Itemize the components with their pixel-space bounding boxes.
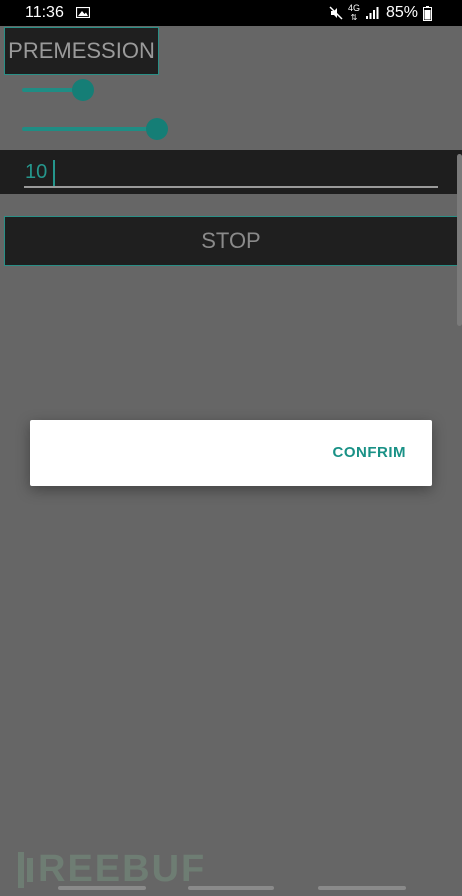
status-icons: 4G ⇅ 85% bbox=[329, 4, 432, 22]
mute-icon bbox=[329, 6, 343, 20]
nav-back-button[interactable] bbox=[318, 886, 406, 890]
number-input-value: 10 bbox=[25, 161, 48, 183]
text-caret bbox=[53, 160, 55, 186]
gallery-icon bbox=[76, 7, 90, 18]
battery-percent: 85% bbox=[385, 4, 418, 21]
slider-2-thumb[interactable] bbox=[146, 118, 168, 140]
battery-icon bbox=[423, 5, 432, 21]
input-underline bbox=[24, 186, 438, 188]
network-type: 4G bbox=[347, 3, 360, 13]
scrollbar[interactable] bbox=[457, 154, 462, 326]
navigation-bar bbox=[0, 880, 462, 896]
confirm-button[interactable]: CONFRIM bbox=[333, 444, 407, 461]
slider-1[interactable] bbox=[22, 79, 322, 101]
stop-button[interactable]: STOP bbox=[4, 216, 458, 266]
slider-1-thumb[interactable] bbox=[72, 79, 94, 101]
permission-button[interactable]: PREMESSION bbox=[4, 27, 159, 75]
nav-recent-button[interactable] bbox=[58, 886, 146, 890]
slider-2-track bbox=[22, 127, 157, 131]
confirm-dialog: CONFRIM bbox=[30, 420, 432, 486]
number-input[interactable]: 10 bbox=[0, 150, 462, 194]
signal-icon bbox=[365, 7, 379, 19]
status-bar: 11:36 4G ⇅ 85% bbox=[0, 0, 462, 26]
slider-2[interactable] bbox=[22, 118, 302, 140]
network-icon: 4G ⇅ bbox=[347, 3, 360, 23]
status-time: 11:36 bbox=[25, 4, 64, 21]
nav-home-button[interactable] bbox=[188, 886, 274, 890]
